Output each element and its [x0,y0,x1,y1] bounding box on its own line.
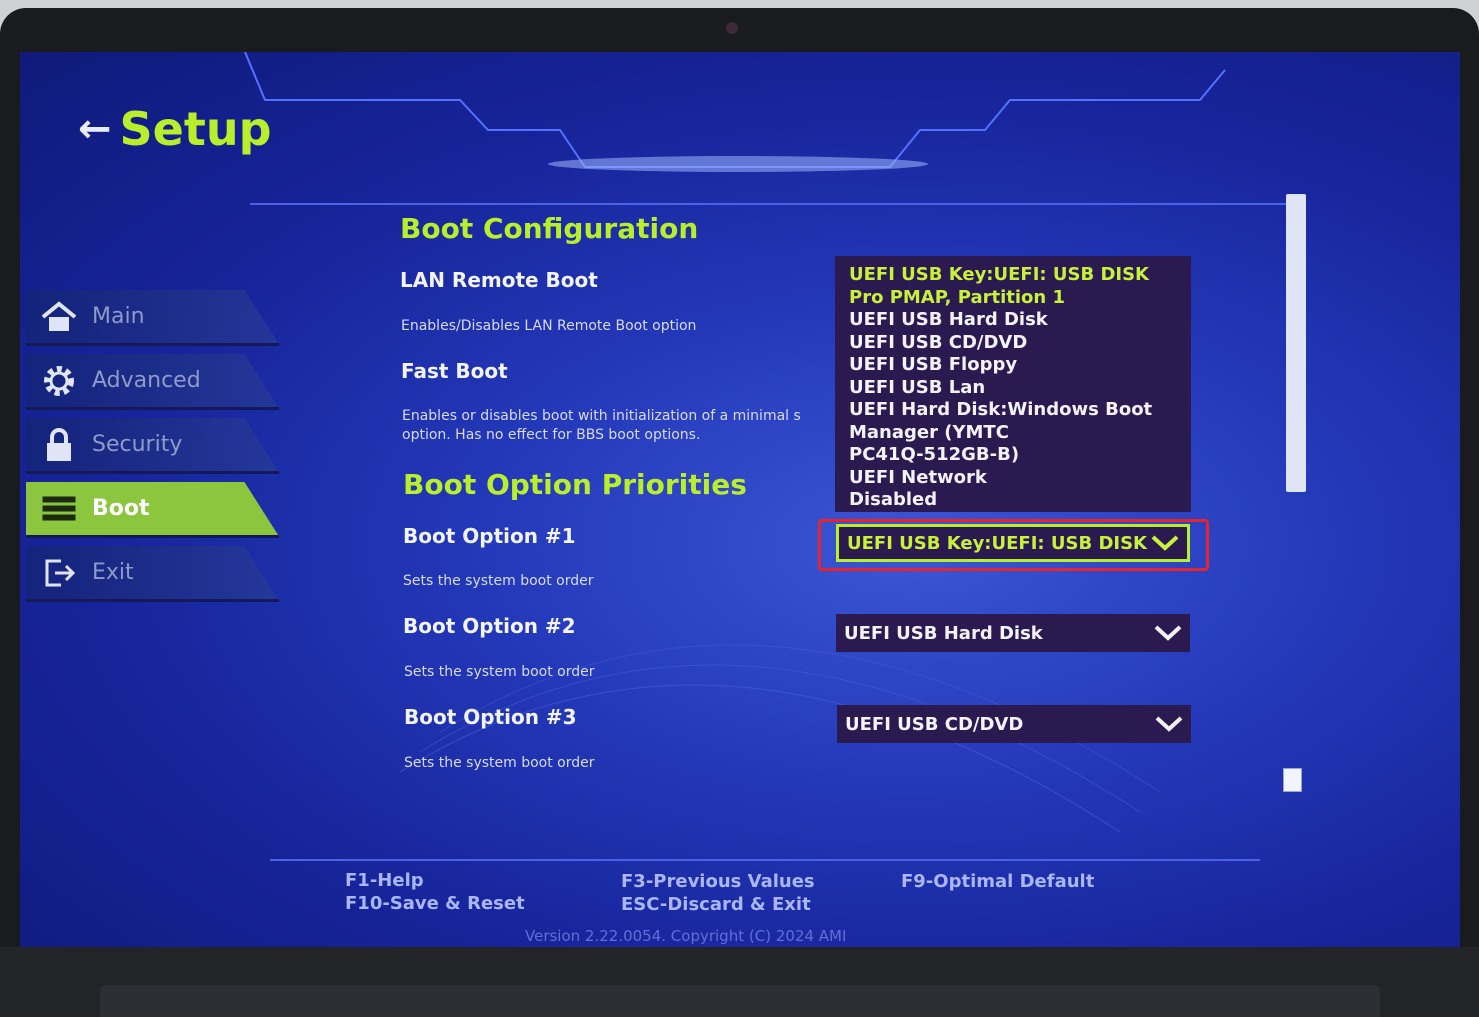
esc-discard-hint: ESC-Discard & Exit [621,894,811,915]
sidebar-item-security[interactable]: Security [26,418,280,474]
fast-boot-description: Enables or disables boot with initializa… [402,407,835,445]
boot-configuration-heading: Boot Configuration [400,212,699,245]
boot-option-1-description: Sets the system boot order [403,573,594,589]
f10-save-hint: F10-Save & Reset [345,893,525,914]
list-item[interactable]: PC41Q-512GB-B) [849,444,1191,467]
fast-boot-description-line2: option. Has no effect for BBS boot optio… [402,427,701,443]
list-item[interactable]: UEFI USB Floppy [849,354,1191,377]
boot-option-2-label[interactable]: Boot Option #2 [403,614,576,638]
list-item[interactable]: Pro PMAP, Partition 1 [849,287,1191,310]
boot-option-2-select[interactable]: UEFI USB Hard Disk [836,614,1190,652]
red-highlight-annotation [818,519,1209,571]
boot-option-3-label[interactable]: Boot Option #3 [404,705,577,729]
boot-option-2-value: UEFI USB Hard Disk [844,622,1043,644]
sidebar-item-label: Exit [92,560,134,585]
sidebar-item-label: Boot [92,496,150,521]
f3-previous-hint: F3-Previous Values [621,871,815,892]
boot-option-dropdown-list[interactable]: UEFI USB Key:UEFI: USB DISK Pro PMAP, Pa… [835,256,1191,512]
chevron-down-icon[interactable] [1153,713,1185,735]
boot-option-2-description: Sets the system boot order [404,664,595,680]
exit-icon [26,555,92,591]
help-keys-middle: F3-Previous Values ESC-Discard & Exit [621,870,815,916]
sidebar-item-label: Security [92,432,183,457]
fast-boot-label[interactable]: Fast Boot [401,359,508,383]
chevron-down-icon[interactable] [1152,622,1184,644]
f1-help-hint: F1-Help [345,870,424,891]
lock-icon [26,427,92,463]
version-copyright: Version 2.22.0054. Copyright (C) 2024 AM… [525,927,847,945]
sidebar-item-exit[interactable]: Exit [26,546,280,602]
page-title-text: Setup [119,102,272,156]
boot-option-priorities-heading: Boot Option Priorities [403,468,747,501]
boot-list-icon [26,495,92,523]
fast-boot-description-line1: Enables or disables boot with initializa… [402,408,801,424]
sidebar-item-advanced[interactable]: Advanced [26,354,280,410]
sidebar-item-boot[interactable]: Boot [26,482,280,538]
list-item[interactable]: UEFI USB Key:UEFI: USB DISK [849,264,1191,287]
list-item[interactable]: UEFI Hard Disk:Windows Boot [849,399,1191,422]
scrollbar[interactable] [1286,194,1306,492]
help-keys-left: F1-Help F10-Save & Reset [345,869,525,915]
gear-icon [26,363,92,399]
lan-remote-boot-description: Enables/Disables LAN Remote Boot option [401,318,697,334]
boot-option-3-select[interactable]: UEFI USB CD/DVD [837,705,1191,743]
list-item[interactable]: UEFI USB Lan [849,377,1191,400]
list-item[interactable]: UEFI USB Hard Disk [849,309,1191,332]
sidebar-item-label: Main [92,304,145,329]
list-item[interactable]: Manager (YMTC [849,422,1191,445]
scrollbar-thumb[interactable] [1283,768,1302,792]
help-keys-right: F9-Optimal Default [901,870,1094,893]
home-icon [26,300,92,333]
lan-remote-boot-label[interactable]: LAN Remote Boot [400,268,598,292]
page-title[interactable]: ← Setup [78,102,272,156]
sidebar-item-label: Advanced [92,368,201,393]
back-arrow-icon[interactable]: ← [78,106,112,152]
f9-default-hint: F9-Optimal Default [901,871,1095,892]
list-item[interactable]: UEFI Network [849,467,1191,490]
sidebar-item-main[interactable]: Main [26,290,280,346]
list-item[interactable]: UEFI USB CD/DVD [849,332,1191,355]
boot-option-3-value: UEFI USB CD/DVD [845,713,1024,735]
bios-screen: ← Setup Main Advanced Security Boot Exit… [20,52,1460,947]
boot-option-1-label[interactable]: Boot Option #1 [403,524,576,548]
list-item[interactable]: Disabled [849,489,1191,512]
boot-option-3-description: Sets the system boot order [404,755,595,771]
webcam [726,22,738,34]
laptop-hinge [100,985,1380,1017]
